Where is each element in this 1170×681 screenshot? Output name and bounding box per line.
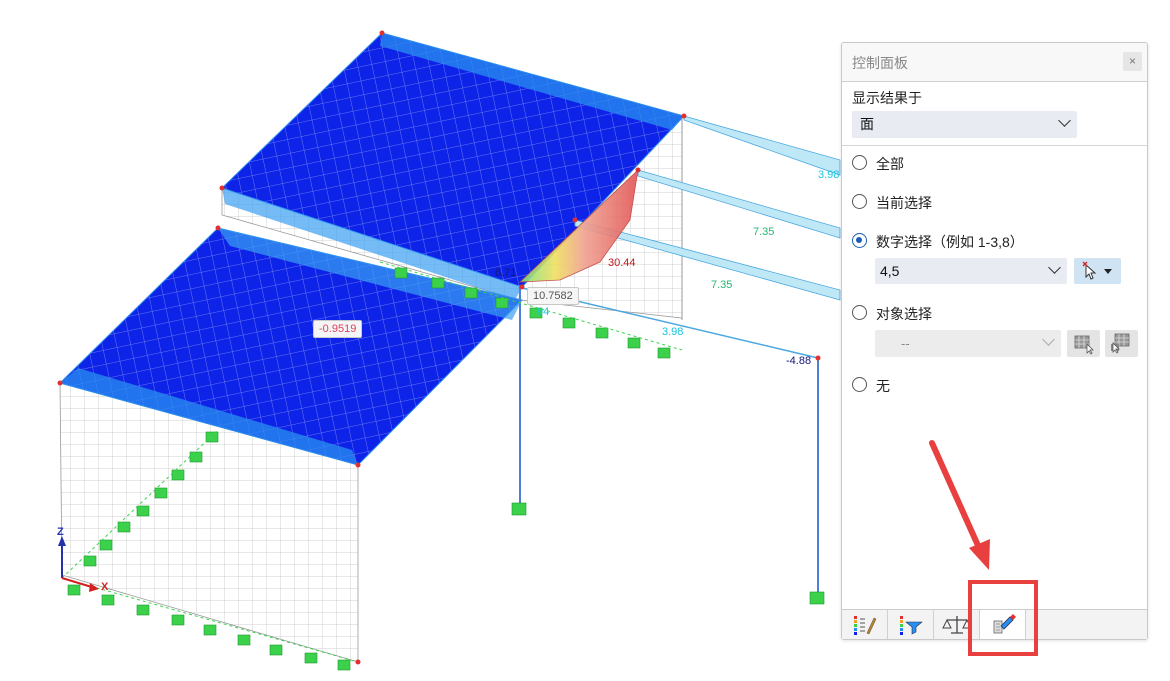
annotation-arrow	[929, 440, 990, 570]
annotation-highlight-box	[968, 580, 1038, 656]
